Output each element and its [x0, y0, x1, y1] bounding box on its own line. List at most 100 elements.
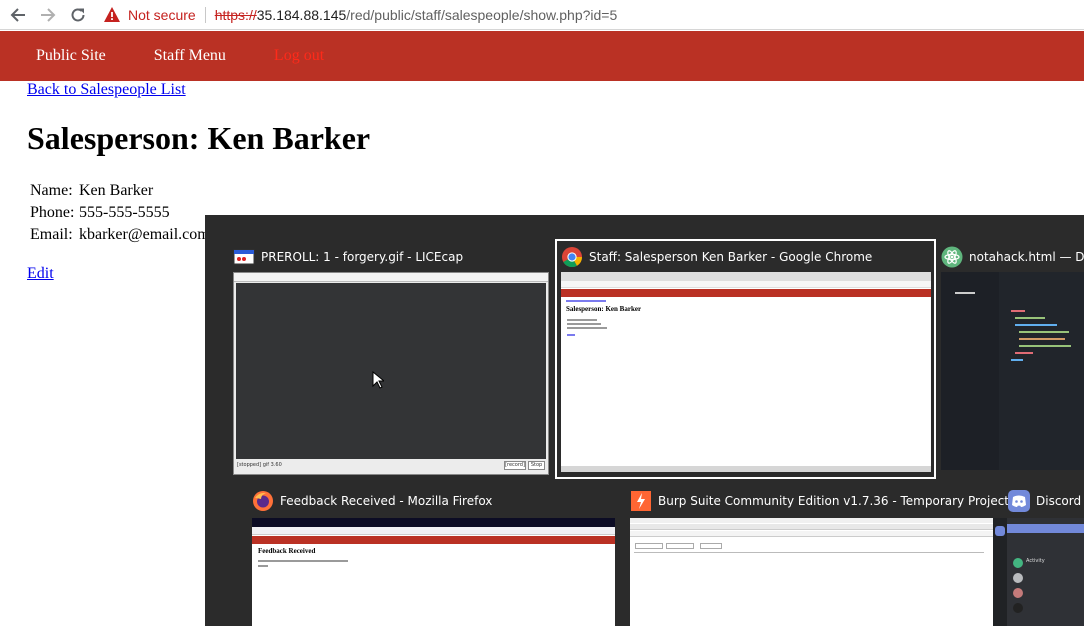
- thumbnail-text: [567, 327, 607, 329]
- page-title: Salesperson: Ken Barker: [27, 120, 371, 156]
- back-to-list-link[interactable]: Back to Salespeople List: [27, 81, 186, 99]
- thumbnail-text: [567, 319, 597, 321]
- thumbnail-text: [258, 565, 268, 567]
- window-title: Feedback Received - Mozilla Firefox: [252, 489, 492, 513]
- url-protocol: https://: [214, 6, 257, 23]
- thumbnail-code: [1011, 359, 1023, 361]
- thumbnail-code: [1019, 345, 1071, 347]
- thumbnail-code: [1011, 310, 1025, 312]
- switcher-window-licecap[interactable]: PREROLL: 1 - forgery.gif - LICEcap [stop…: [233, 245, 549, 475]
- thumbnail-subtabs: [630, 531, 993, 537]
- thumbnail-code: [1015, 317, 1045, 319]
- salesperson-details: Name: Ken Barker Phone: 555-555-5555 Ema…: [30, 180, 210, 246]
- task-switcher: PREROLL: 1 - forgery.gif - LICEcap [stop…: [205, 215, 1084, 626]
- divider: [204, 6, 206, 23]
- public-site-link[interactable]: Public Site: [36, 47, 106, 65]
- switcher-window-firefox[interactable]: Feedback Received - Mozilla Firefox Feed…: [252, 489, 615, 626]
- discord-icon: [1008, 490, 1030, 512]
- thumbnail-treeview: [941, 272, 999, 470]
- window-title: notahack.html — D:\D: [941, 245, 1084, 269]
- window-title: PREROLL: 1 - forgery.gif - LICEcap: [233, 245, 463, 269]
- thumbnail-addressbar: [561, 281, 931, 288]
- thumbnail-navbar: [252, 536, 615, 544]
- thumbnail-search-bar: [1007, 524, 1084, 533]
- thumbnail-code: [1019, 331, 1069, 333]
- window-title-text: PREROLL: 1 - forgery.gif - LICEcap: [261, 250, 464, 264]
- thumbnail-code: [1015, 352, 1033, 354]
- thumbnail-link: [566, 300, 606, 302]
- warning-icon: [104, 7, 120, 22]
- thumbnail-home-icon: [995, 526, 1005, 536]
- thumbnail-button: [666, 543, 694, 549]
- site-navbar: Public Site Staff Menu Log out: [0, 31, 1084, 81]
- licecap-status: [stopped] gif 3.60: [237, 462, 282, 468]
- window-title-text: Staff: Salesperson Ken Barker - Google C…: [589, 250, 873, 264]
- thumbnail-menubar: [630, 518, 993, 523]
- url-field[interactable]: https://35.184.88.145/red/public/staff/s…: [215, 7, 618, 23]
- window-thumbnail: Activity: [993, 518, 1084, 626]
- reload-icon[interactable]: [66, 3, 90, 27]
- detail-value: Ken Barker: [79, 182, 154, 199]
- capture-area: [236, 283, 546, 459]
- mouse-cursor-icon: [372, 371, 384, 389]
- detail-row-name: Name: Ken Barker: [30, 180, 210, 202]
- window-thumbnail: [630, 518, 993, 626]
- thumbnail-avatar: [1013, 558, 1023, 568]
- thumbnail-titlebar: [234, 273, 548, 282]
- window-title: Staff: Salesperson Ken Barker - Google C…: [561, 245, 872, 269]
- security-indicator[interactable]: Not secure: [104, 7, 196, 23]
- window-title-text: notahack.html — D:\D: [969, 250, 1084, 264]
- thumbnail-text: [258, 560, 348, 562]
- thumbnail-code: [1019, 338, 1065, 340]
- edit-link[interactable]: Edit: [27, 265, 54, 283]
- logout-link[interactable]: Log out: [274, 47, 324, 65]
- back-arrow-icon[interactable]: [6, 3, 30, 27]
- thumbnail-bottombar: [561, 466, 931, 472]
- detail-value: 555-555-5555: [79, 204, 170, 221]
- thumbnail-text: [567, 323, 601, 325]
- record-button: [record]: [504, 461, 526, 470]
- detail-label: Email:: [30, 226, 73, 243]
- window-title-text: Feedback Received - Mozilla Firefox: [280, 494, 493, 508]
- thumbnail-tabstrip: [561, 272, 931, 281]
- thumbnail-avatar: [1013, 573, 1023, 583]
- url-host: 35.184.88.145: [256, 6, 347, 23]
- browser-toolbar: Not secure https://35.184.88.145/red/pub…: [0, 0, 1084, 30]
- thumbnail-button: [700, 543, 722, 549]
- window-thumbnail: Salesperson: Ken Barker: [561, 272, 931, 472]
- thumbnail-tabstrip: [252, 518, 615, 527]
- thumbnail-avatar: [1013, 603, 1023, 613]
- thumbnail-heading: Feedback Received: [258, 547, 316, 555]
- thumbnail-text: [955, 292, 975, 294]
- detail-row-phone: Phone: 555-555-5555: [30, 202, 210, 224]
- thumbnail-button: [635, 543, 663, 549]
- switcher-window-discord[interactable]: Discord Activity: [993, 489, 1084, 626]
- thumbnail-addressbar: [252, 527, 615, 535]
- switcher-window-burp[interactable]: Burp Suite Community Edition v1.7.36 - T…: [630, 489, 1009, 626]
- thumbnail-heading: Salesperson: Ken Barker: [566, 305, 642, 313]
- window-title: Discord: [1008, 489, 1081, 513]
- switcher-window-chrome[interactable]: Staff: Salesperson Ken Barker - Google C…: [561, 245, 931, 475]
- atom-icon: [941, 246, 963, 268]
- detail-label: Name:: [30, 182, 73, 199]
- switcher-window-atom[interactable]: notahack.html — D:\D: [941, 245, 1084, 475]
- thumbnail-activity-label: Activity: [1026, 558, 1045, 564]
- firefox-icon: [253, 491, 273, 511]
- url-path: /red/public/staff/salespeople/show.php?i…: [346, 6, 618, 23]
- window-thumbnail: [stopped] gif 3.60 [record] Stop: [233, 272, 549, 475]
- window-title: Burp Suite Community Edition v1.7.36 - T…: [630, 489, 1009, 513]
- window-title-text: Discord: [1036, 494, 1082, 508]
- thumbnail-avatar: [1013, 588, 1023, 598]
- window-thumbnail: [941, 272, 1084, 470]
- forward-arrow-icon[interactable]: [36, 3, 60, 27]
- stop-button: Stop: [528, 461, 545, 470]
- staff-menu-link[interactable]: Staff Menu: [154, 47, 226, 65]
- window-title-text: Burp Suite Community Edition v1.7.36 - T…: [658, 494, 1010, 508]
- burp-icon: [631, 491, 651, 511]
- not-secure-label: Not secure: [128, 6, 196, 23]
- thumbnail-toolbar: [630, 524, 993, 530]
- thumbnail-code: [1015, 324, 1057, 326]
- window-thumbnail: Feedback Received: [252, 518, 615, 626]
- thumbnail-divider: [634, 552, 984, 553]
- licecap-icon: [233, 249, 255, 265]
